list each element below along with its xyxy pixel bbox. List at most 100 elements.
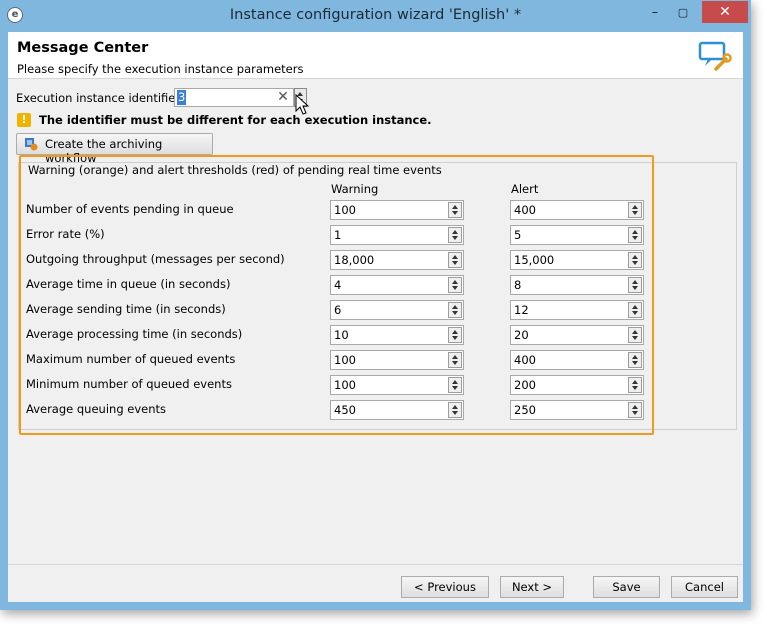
- warning-input[interactable]: 1: [330, 225, 464, 245]
- warning-input[interactable]: 10: [330, 325, 464, 345]
- spin-buttons[interactable]: [448, 202, 462, 218]
- warning-value: 18,000: [334, 253, 375, 267]
- row-label: Number of events pending in queue: [26, 202, 234, 216]
- cancel-button[interactable]: Cancel: [671, 576, 738, 598]
- identifier-label: Execution instance identifier:: [16, 91, 184, 105]
- alert-value: 400: [514, 203, 536, 217]
- spin-buttons[interactable]: [628, 202, 642, 218]
- spin-buttons[interactable]: [448, 302, 462, 318]
- spin-down-icon[interactable]: [452, 286, 458, 290]
- spin-down-icon[interactable]: [632, 286, 638, 290]
- minimize-button[interactable]: –: [642, 2, 668, 24]
- spin-buttons[interactable]: [628, 402, 642, 418]
- spin-buttons[interactable]: [628, 377, 642, 393]
- spin-up-icon[interactable]: [452, 380, 458, 384]
- alert-input[interactable]: 8: [510, 275, 644, 295]
- save-button[interactable]: Save: [593, 576, 660, 598]
- spin-buttons[interactable]: [628, 252, 642, 268]
- alert-value: 20: [514, 328, 529, 342]
- spin-down-icon[interactable]: [632, 411, 638, 415]
- footer-divider: [8, 564, 743, 565]
- spin-down-icon[interactable]: [452, 361, 458, 365]
- warning-value: 450: [334, 403, 356, 417]
- spin-up-icon[interactable]: [452, 230, 458, 234]
- warning-input[interactable]: 100: [330, 350, 464, 370]
- dialog-client: Message Center Please specify the execut…: [8, 32, 743, 602]
- spin-up-icon[interactable]: [632, 355, 638, 359]
- spin-up-icon[interactable]: [632, 305, 638, 309]
- row-label: Average sending time (in seconds): [26, 302, 226, 316]
- alert-input[interactable]: 250: [510, 400, 644, 420]
- spin-buttons[interactable]: [628, 277, 642, 293]
- maximize-button[interactable]: ▢: [670, 2, 696, 24]
- alert-input[interactable]: 12: [510, 300, 644, 320]
- previous-button[interactable]: < Previous: [401, 576, 489, 598]
- close-button[interactable]: ✕: [702, 1, 748, 23]
- alert-input[interactable]: 15,000: [510, 250, 644, 270]
- spin-up-icon[interactable]: [632, 230, 638, 234]
- spin-down-icon[interactable]: [452, 261, 458, 265]
- spin-buttons[interactable]: [448, 277, 462, 293]
- spin-buttons[interactable]: [448, 327, 462, 343]
- spin-up-icon[interactable]: [452, 305, 458, 309]
- spin-buttons[interactable]: [448, 227, 462, 243]
- spin-buttons[interactable]: [448, 252, 462, 268]
- spin-up-icon[interactable]: [452, 255, 458, 259]
- clear-icon[interactable]: ✕: [276, 89, 290, 105]
- title-bar[interactable]: e Instance configuration wizard 'English…: [0, 0, 751, 32]
- spin-down-icon[interactable]: [632, 361, 638, 365]
- spin-down-icon[interactable]: [632, 261, 638, 265]
- spin-up-icon[interactable]: [632, 380, 638, 384]
- spin-down-icon[interactable]: [452, 386, 458, 390]
- spin-up-icon[interactable]: [452, 205, 458, 209]
- spin-up-icon[interactable]: [632, 280, 638, 284]
- warning-input[interactable]: 100: [330, 375, 464, 395]
- alert-value: 400: [514, 353, 536, 367]
- warning-input[interactable]: 18,000: [330, 250, 464, 270]
- spin-down-icon[interactable]: [632, 336, 638, 340]
- spin-down-icon[interactable]: [632, 211, 638, 215]
- spin-down-icon[interactable]: [632, 236, 638, 240]
- alert-input[interactable]: 200: [510, 375, 644, 395]
- warning-input[interactable]: 450: [330, 400, 464, 420]
- spin-up-icon[interactable]: [632, 330, 638, 334]
- spin-down-icon[interactable]: [452, 311, 458, 315]
- monitor-wrench-icon: [698, 41, 732, 71]
- row-label: Maximum number of queued events: [26, 352, 236, 366]
- identifier-warning: The identifier must be different for eac…: [39, 113, 432, 127]
- spin-down-icon[interactable]: [452, 236, 458, 240]
- next-button[interactable]: Next >: [500, 576, 564, 598]
- spin-buttons[interactable]: [628, 302, 642, 318]
- spin-up-icon[interactable]: [452, 405, 458, 409]
- warning-input[interactable]: 4: [330, 275, 464, 295]
- thresholds-title: Warning (orange) and alert thresholds (r…: [26, 163, 444, 177]
- spin-up-icon[interactable]: [632, 255, 638, 259]
- spin-up-icon[interactable]: [632, 405, 638, 409]
- spin-down-icon[interactable]: [632, 386, 638, 390]
- spin-up-icon[interactable]: [632, 205, 638, 209]
- warning-input[interactable]: 100: [330, 200, 464, 220]
- spin-buttons[interactable]: [628, 227, 642, 243]
- wizard-window: e Instance configuration wizard 'English…: [0, 0, 751, 610]
- warning-value: 10: [334, 328, 349, 342]
- spin-down-icon[interactable]: [452, 411, 458, 415]
- spin-down-icon[interactable]: [452, 336, 458, 340]
- alert-input[interactable]: 400: [510, 350, 644, 370]
- spin-up-icon[interactable]: [452, 355, 458, 359]
- spin-up-icon[interactable]: [452, 280, 458, 284]
- spin-buttons[interactable]: [448, 402, 462, 418]
- spin-down-icon[interactable]: [632, 311, 638, 315]
- spin-buttons[interactable]: [628, 327, 642, 343]
- warning-column-header: Warning: [331, 182, 379, 196]
- spin-buttons[interactable]: [628, 352, 642, 368]
- spin-up-icon[interactable]: [452, 330, 458, 334]
- create-archiving-workflow-button[interactable]: Create the archiving workflow: [16, 133, 213, 165]
- alert-input[interactable]: 20: [510, 325, 644, 345]
- alert-input[interactable]: 5: [510, 225, 644, 245]
- spin-down-icon[interactable]: [452, 211, 458, 215]
- warning-value: 100: [334, 203, 356, 217]
- warning-input[interactable]: 6: [330, 300, 464, 320]
- spin-buttons[interactable]: [448, 352, 462, 368]
- spin-buttons[interactable]: [448, 377, 462, 393]
- alert-input[interactable]: 400: [510, 200, 644, 220]
